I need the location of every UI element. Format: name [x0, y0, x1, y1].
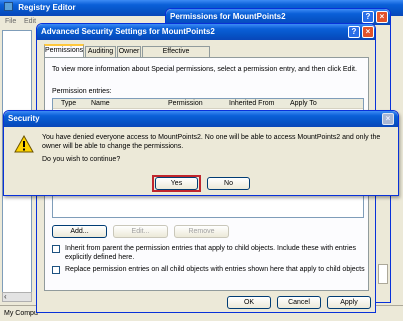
permissions-title: Permissions for MountPoints2 [170, 12, 286, 21]
permissions-right-strip [378, 264, 388, 284]
yes-button[interactable]: Yes [155, 177, 198, 190]
scroll-left-icon[interactable]: ‹ [4, 292, 7, 301]
security-message: You have denied everyone access to Mount… [42, 134, 381, 150]
replace-label: Replace permission entries on all child … [65, 266, 365, 273]
inherit-label: Inherit from parent the permission entri… [65, 245, 357, 261]
no-button[interactable]: No [207, 177, 250, 190]
tab-auditing[interactable]: Auditing [85, 46, 116, 57]
security-dialog: Security × You have denied everyone acce… [3, 110, 399, 196]
permissions-help-button[interactable]: ? [362, 11, 374, 23]
apply-button[interactable]: Apply [327, 296, 371, 309]
security-close-button[interactable]: × [382, 113, 394, 125]
security-titlebar: Security × [4, 111, 398, 127]
replace-checkbox[interactable] [52, 266, 60, 274]
cancel-button[interactable]: Cancel [277, 296, 321, 309]
advanced-close-button[interactable]: × [362, 26, 374, 38]
tab-permissions[interactable]: Permissions [44, 44, 84, 57]
registry-hscrollbar[interactable]: ‹ [2, 292, 32, 302]
inherit-checkbox[interactable] [52, 245, 60, 253]
permissions-close-button[interactable]: × [376, 11, 388, 23]
remove-button[interactable]: Remove [174, 225, 229, 238]
tab-owner[interactable]: Owner [117, 46, 141, 57]
advanced-help-button[interactable]: ? [348, 26, 360, 38]
column-apply-to[interactable]: Apply To [290, 100, 317, 107]
registry-editor-icon [4, 2, 13, 11]
edit-button[interactable]: Edit... [113, 225, 168, 238]
registry-editor-title: Registry Editor [18, 3, 76, 12]
permission-entries-label: Permission entries: [52, 88, 112, 95]
warning-icon [14, 134, 34, 153]
tab-auditing-label: Auditing [87, 48, 114, 55]
column-type[interactable]: Type [61, 100, 76, 107]
intro-text: To view more information about Special p… [52, 66, 357, 73]
tab-owner-label: Owner [118, 48, 140, 55]
advanced-titlebar: Advanced Security Settings for MountPoin… [37, 24, 375, 40]
add-button[interactable]: Add... [52, 225, 107, 238]
status-text: My Compu [4, 310, 38, 317]
tab-permissions-label: Permissions [45, 47, 84, 54]
tab-effective-permissions[interactable]: Effective Permissions [142, 46, 210, 65]
ok-button[interactable]: OK [227, 296, 271, 309]
menu-file[interactable]: File [5, 18, 16, 25]
column-permission[interactable]: Permission [168, 100, 203, 107]
column-inherited-from[interactable]: Inherited From [229, 100, 275, 107]
security-title: Security [8, 114, 40, 123]
list-header: Type Name Permission Inherited From Appl… [53, 99, 363, 109]
menu-edit[interactable]: Edit [24, 18, 36, 25]
security-question: Do you wish to continue? [42, 156, 121, 163]
column-name[interactable]: Name [91, 100, 110, 107]
advanced-title: Advanced Security Settings for MountPoin… [41, 27, 215, 36]
